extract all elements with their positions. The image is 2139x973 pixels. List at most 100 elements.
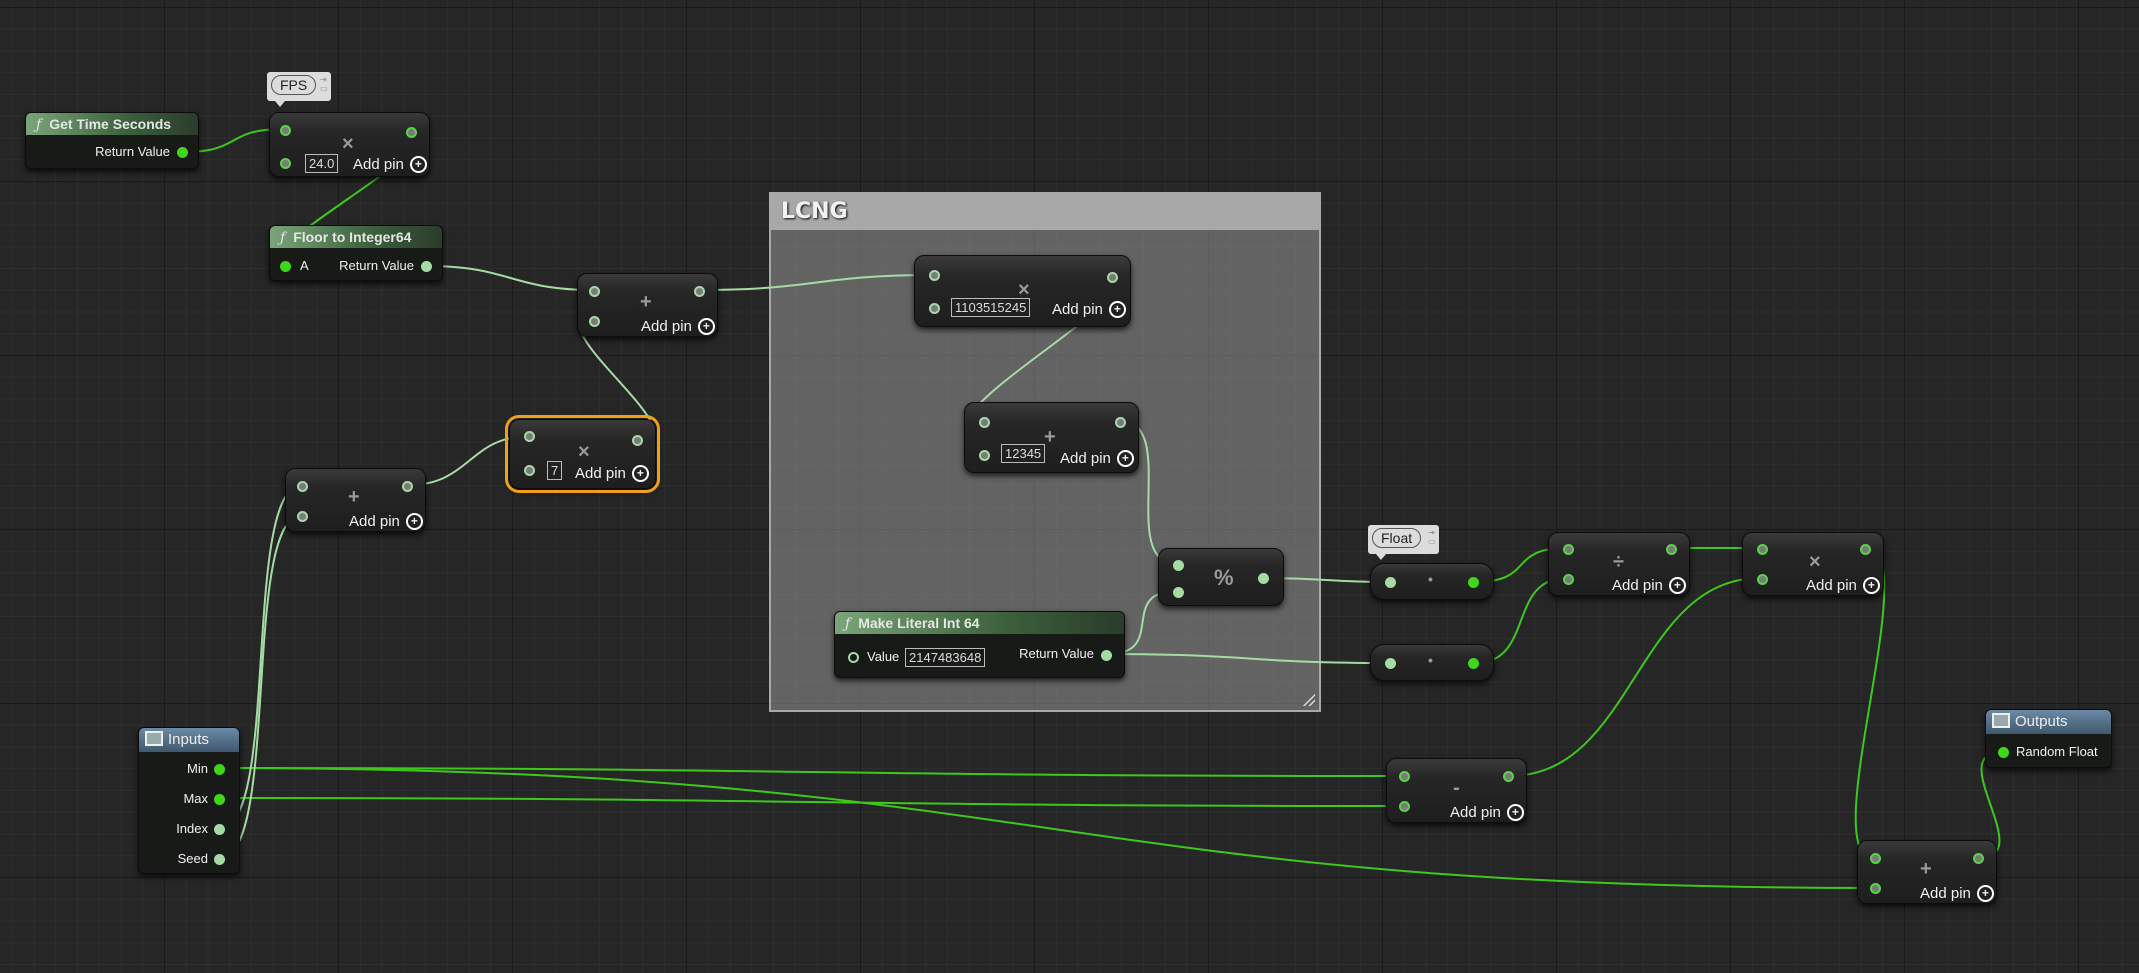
add-pin-button[interactable]: Add pin + [641, 318, 715, 335]
add-pin-button[interactable]: Add pin + [353, 156, 427, 173]
input-pin-b[interactable] [979, 450, 990, 461]
input-pin-b[interactable] [1870, 883, 1881, 894]
input-pin-a[interactable] [1399, 771, 1410, 782]
output-pin[interactable] [1468, 658, 1479, 669]
input-pin-b[interactable] [1173, 587, 1184, 598]
max-pin[interactable] [214, 794, 225, 805]
get-time-seconds-node[interactable]: ƒ Get Time Seconds Return Value [25, 112, 199, 169]
input-pin-b[interactable] [929, 303, 940, 314]
add-pin-button[interactable]: Add pin + [1612, 577, 1686, 594]
output-pin[interactable] [406, 127, 417, 138]
input-pin-b[interactable] [297, 511, 308, 522]
input-pin-b[interactable] [1563, 574, 1574, 585]
multiply-by-7-node[interactable]: 7 × Add pin + [505, 415, 660, 493]
add-pin-label: Add pin [1450, 804, 1501, 821]
return-value-label: Return Value [339, 258, 414, 273]
modulo-node[interactable]: % [1158, 548, 1284, 606]
output-pin[interactable] [1666, 544, 1677, 555]
literal-value-field[interactable]: 2147483648 [905, 648, 986, 667]
output-pin[interactable] [1503, 771, 1514, 782]
return-value-pin[interactable] [421, 261, 432, 272]
node-title: Inputs [168, 731, 209, 748]
output-pin[interactable] [1107, 272, 1118, 283]
wire-min-to-addmin[interactable] [219, 767, 1875, 889]
pin-a-label: A [300, 258, 309, 273]
add-min-node[interactable]: + Add pin + [1857, 840, 1997, 904]
output-pin[interactable] [694, 286, 705, 297]
input-pin-a[interactable] [297, 481, 308, 492]
add-pin-button[interactable]: Add pin + [1052, 301, 1126, 318]
function-icon: ƒ [36, 117, 42, 133]
divide-node[interactable]: ÷ Add pin + [1548, 532, 1690, 596]
int-to-float-conversion-node-2[interactable]: • [1370, 644, 1494, 681]
input-pin-a[interactable] [929, 270, 940, 281]
outputs-node[interactable]: Outputs Random Float [1985, 709, 2112, 768]
output-pin[interactable] [1973, 853, 1984, 864]
input-pin-b[interactable] [589, 316, 600, 327]
wire-min-to-sub[interactable] [219, 767, 1404, 777]
fps-value-field[interactable]: 24.0 [305, 154, 339, 173]
seed-pin[interactable] [214, 854, 225, 865]
resize-handle-icon[interactable] [1303, 694, 1315, 706]
random-float-pin[interactable] [1998, 747, 2009, 758]
make-literal-int64-node[interactable]: ƒ Make Literal Int 64 Value 2147483648 Re… [834, 611, 1125, 678]
add-pin-button[interactable]: Add pin + [1450, 804, 1524, 821]
min-pin[interactable] [214, 764, 225, 775]
output-pin[interactable] [402, 481, 413, 492]
multiplier-value-field[interactable]: 7 [547, 461, 563, 480]
input-pin-a[interactable] [1563, 544, 1574, 555]
lcg-add-node[interactable]: 12345 + Add pin + [964, 402, 1139, 473]
divide-icon: ÷ [1613, 551, 1624, 573]
wire-sub-to-mult[interactable] [1508, 577, 1762, 777]
fps-multiply-node[interactable]: 24.0 × Add pin + [269, 112, 430, 177]
pin-bubble-icon[interactable]: ⇥ ▭ [1428, 528, 1436, 546]
add-node-time-seed[interactable]: + Add pin + [577, 273, 718, 337]
return-value-pin[interactable] [1101, 650, 1112, 661]
wire-floor-to-add1[interactable] [426, 265, 595, 291]
index-pin[interactable] [214, 824, 225, 835]
add-pin-button[interactable]: Add pin + [1806, 577, 1880, 594]
input-pin-a[interactable] [280, 261, 291, 272]
input-pin-a[interactable] [1173, 560, 1184, 571]
int-to-float-conversion-node-1[interactable]: • [1370, 563, 1494, 600]
inputs-node[interactable]: Inputs Min Max Index Seed [138, 727, 240, 874]
input-pin-a[interactable] [979, 417, 990, 428]
float-comment-bubble[interactable]: Float ⇥ ▭ [1368, 525, 1439, 560]
fps-comment-bubble[interactable]: FPS ⇥ ▭ [267, 72, 331, 107]
input-pin-b[interactable] [1399, 801, 1410, 812]
output-pin[interactable] [632, 435, 643, 446]
return-value-pin[interactable] [177, 147, 188, 158]
input-pin-a[interactable] [1757, 544, 1768, 555]
index-label: Index [176, 821, 208, 836]
input-pin-b[interactable] [524, 465, 535, 476]
add-pin-button[interactable]: Add pin + [575, 465, 649, 482]
pin-bubble-icon[interactable]: ⇥ ▭ [320, 75, 328, 93]
subtract-node[interactable]: - Add pin + [1386, 758, 1527, 823]
add-node-index-seed[interactable]: + Add pin + [285, 468, 426, 532]
input-pin-a[interactable] [1870, 853, 1881, 864]
input-pin[interactable] [1385, 658, 1396, 669]
add-pin-button[interactable]: Add pin + [1060, 450, 1134, 467]
output-pin[interactable] [1468, 577, 1479, 588]
output-pin[interactable] [1258, 573, 1269, 584]
wire-max-to-sub[interactable] [219, 797, 1404, 807]
output-pin[interactable] [1115, 417, 1126, 428]
input-pin-a[interactable] [280, 125, 291, 136]
add-pin-button[interactable]: Add pin + [349, 513, 423, 530]
multiply-range-node[interactable]: × Add pin + [1742, 532, 1884, 596]
output-pin[interactable] [1860, 544, 1871, 555]
add-pin-button[interactable]: Add pin + [1920, 885, 1994, 902]
value-input-pin[interactable] [848, 652, 859, 663]
add-pin-icon: + [1976, 885, 1994, 902]
comment-title[interactable]: LCNG [771, 194, 1319, 230]
input-pin-a[interactable] [524, 431, 535, 442]
input-pin-a[interactable] [589, 286, 600, 297]
lcg-multiply-node[interactable]: 1103515245 × Add pin + [914, 255, 1131, 327]
input-pin[interactable] [1385, 577, 1396, 588]
floor-to-integer64-node[interactable]: ƒ Floor to Integer64 A Return Value [269, 225, 443, 281]
input-pin-b[interactable] [1757, 574, 1768, 585]
node-header: Inputs [139, 728, 239, 752]
input-pin-b[interactable] [280, 158, 291, 169]
increment-value-field[interactable]: 12345 [1001, 444, 1046, 463]
node-header: ƒ Get Time Seconds [26, 113, 198, 135]
